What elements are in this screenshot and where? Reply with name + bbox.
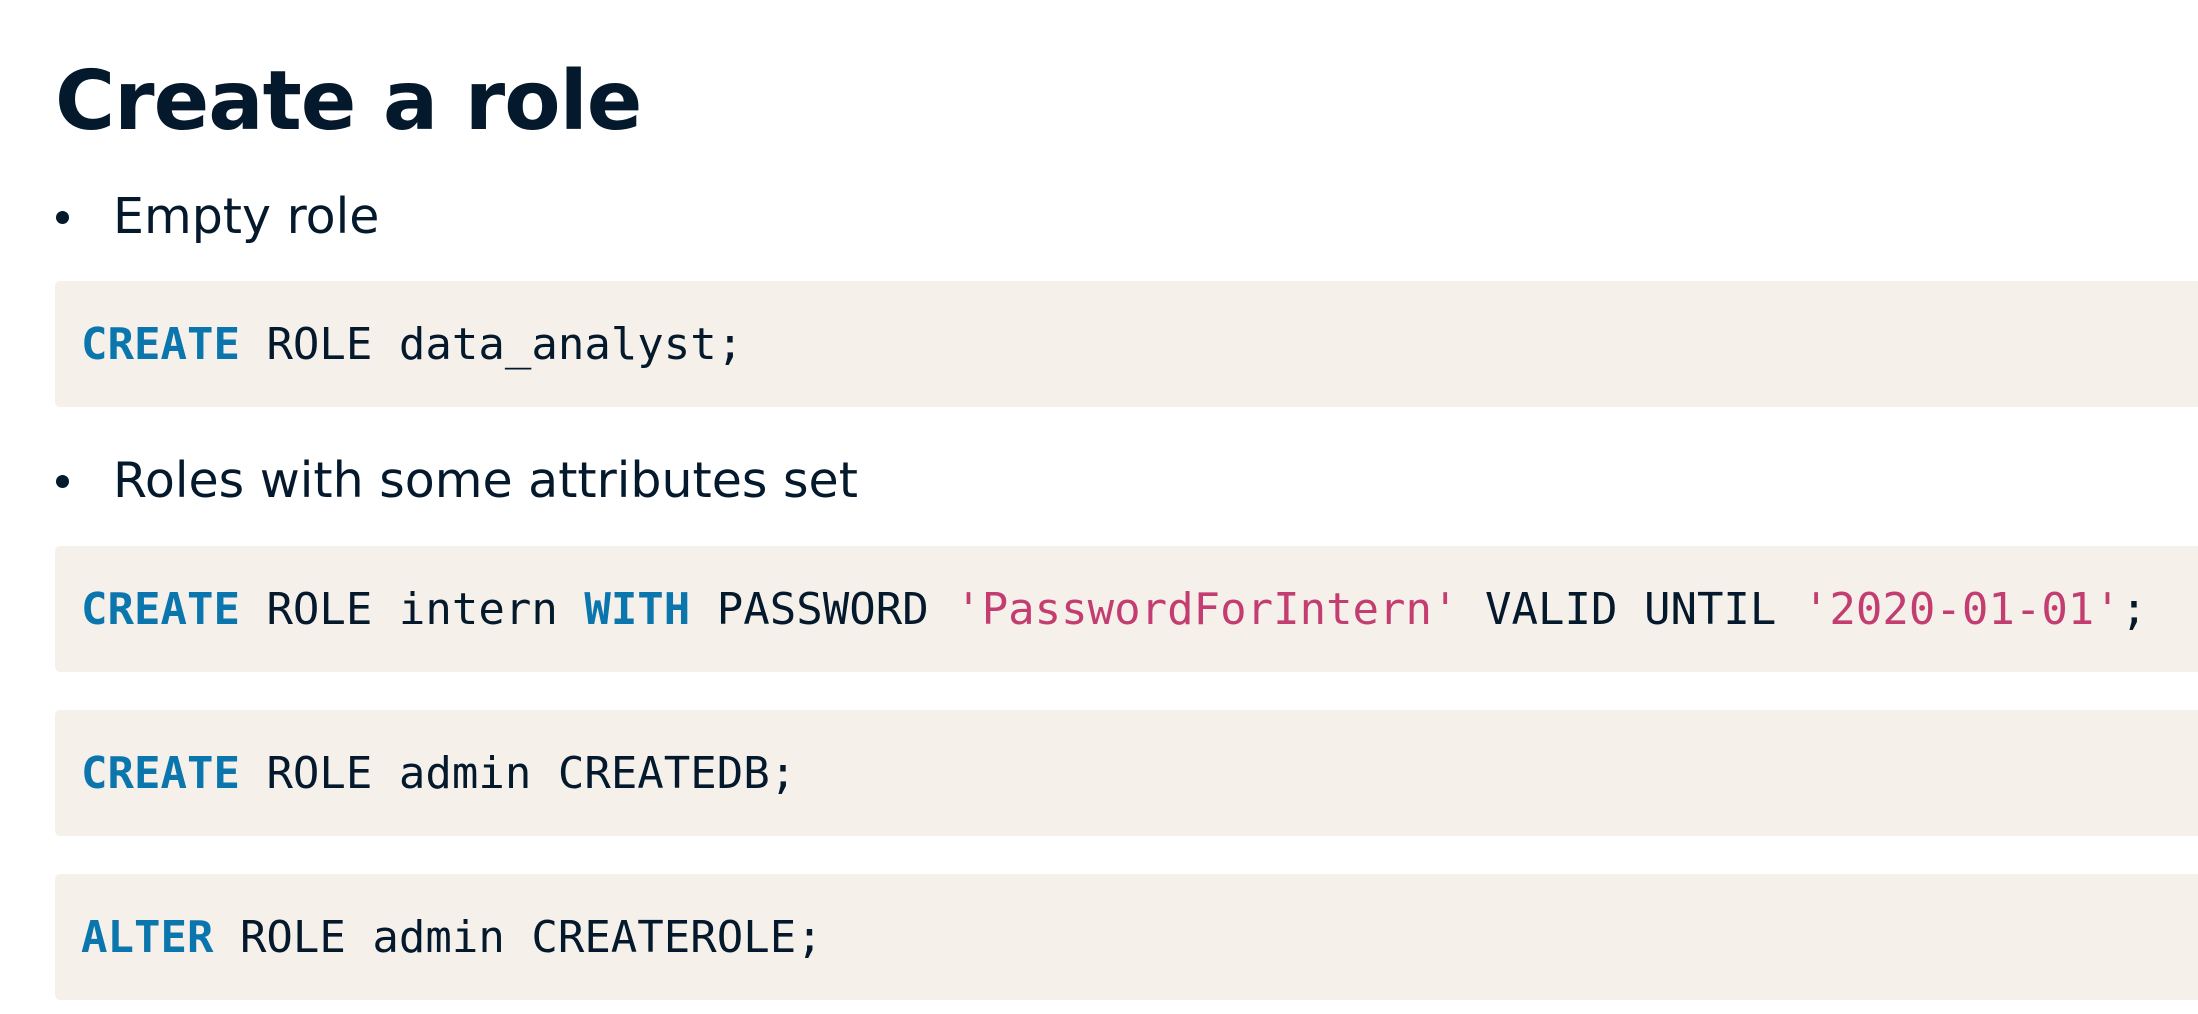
sql-keyword: WITH (584, 583, 691, 635)
sql-text: ROLE admin CREATEROLE; (213, 911, 823, 963)
sql-keyword: CREATE (81, 583, 240, 635)
sql-text: PASSWORD (690, 583, 956, 635)
bullet-point-icon (56, 474, 69, 488)
sql-text: VALID UNTIL (1458, 583, 1803, 635)
sql-text: ; (2120, 583, 2148, 635)
bullet-text: Empty role (113, 188, 380, 245)
sql-keyword: ALTER (81, 911, 214, 963)
slide: Create a role Empty role CREATE ROLE dat… (0, 0, 2198, 1014)
bullet-roles-with-attributes: Roles with some attributes set (56, 451, 858, 511)
code-block: CREATE ROLE data_analyst; (55, 281, 2198, 407)
sql-keyword: CREATE (81, 747, 240, 799)
sql-string: '2020-01-01' (1802, 583, 2121, 635)
sql-text: ROLE data_analyst; (239, 318, 744, 370)
code-block: ALTER ROLE admin CREATEROLE; (55, 874, 2198, 1000)
sql-string: 'PasswordForIntern' (955, 583, 1459, 635)
bullet-empty-role: Empty role (56, 187, 379, 247)
bullet-point-icon (56, 210, 69, 224)
sql-keyword: CREATE (81, 318, 240, 370)
bullet-text: Roles with some attributes set (113, 452, 858, 509)
code-block: CREATE ROLE intern WITH PASSWORD 'Passwo… (55, 546, 2198, 672)
code-block: CREATE ROLE admin CREATEDB; (55, 710, 2198, 836)
sql-text: ROLE intern (239, 583, 585, 635)
page-title: Create a role (55, 54, 642, 149)
sql-text: ROLE admin CREATEDB; (239, 747, 797, 799)
